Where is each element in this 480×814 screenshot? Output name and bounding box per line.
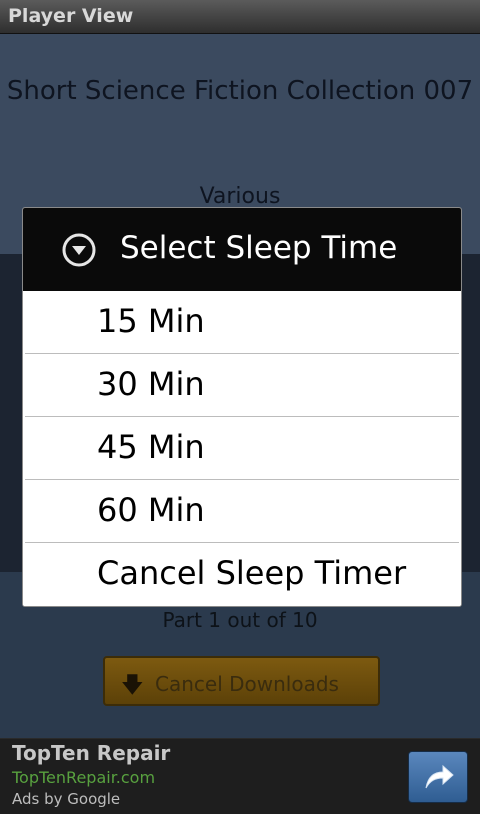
title-bar-text: Player View <box>8 5 134 27</box>
ads-by-google-label: Ads by Google <box>12 790 121 808</box>
chevron-down-circle-icon <box>62 233 96 271</box>
ad-open-button[interactable] <box>408 751 468 803</box>
book-title: Short Science Fiction Collection 007 <box>6 76 474 106</box>
option-15-min[interactable]: 15 Min <box>23 291 461 354</box>
ad-title[interactable]: TopTen Repair <box>12 741 170 765</box>
download-arrow-icon: 🡇 <box>121 673 144 698</box>
sleep-time-dialog: Select Sleep Time 15 Min 30 Min 45 Min 6… <box>22 207 462 607</box>
dialog-title: Select Sleep Time <box>120 230 398 266</box>
option-label: Cancel Sleep Timer <box>97 554 407 592</box>
cancel-downloads-label: Cancel Downloads <box>155 672 339 696</box>
part-indicator: Part 1 out of 10 <box>162 608 318 632</box>
share-arrow-icon <box>425 764 454 789</box>
option-cancel-sleep-timer[interactable]: Cancel Sleep Timer <box>23 543 461 606</box>
ad-banner[interactable]: TopTen Repair TopTenRepair.com Ads by Go… <box>0 738 480 814</box>
option-label: 30 Min <box>97 365 205 403</box>
option-label: 45 Min <box>97 428 205 466</box>
option-45-min[interactable]: 45 Min <box>23 417 461 480</box>
cancel-downloads-button[interactable]: 🡇 Cancel Downloads <box>103 656 380 706</box>
option-label: 15 Min <box>97 302 205 340</box>
option-30-min[interactable]: 30 Min <box>23 354 461 417</box>
ad-url[interactable]: TopTenRepair.com <box>12 768 155 787</box>
option-label: 60 Min <box>97 491 205 529</box>
book-author: Various <box>199 184 281 209</box>
title-bar: Player View <box>0 0 480 34</box>
option-60-min[interactable]: 60 Min <box>23 480 461 543</box>
dialog-header: Select Sleep Time <box>23 208 461 291</box>
